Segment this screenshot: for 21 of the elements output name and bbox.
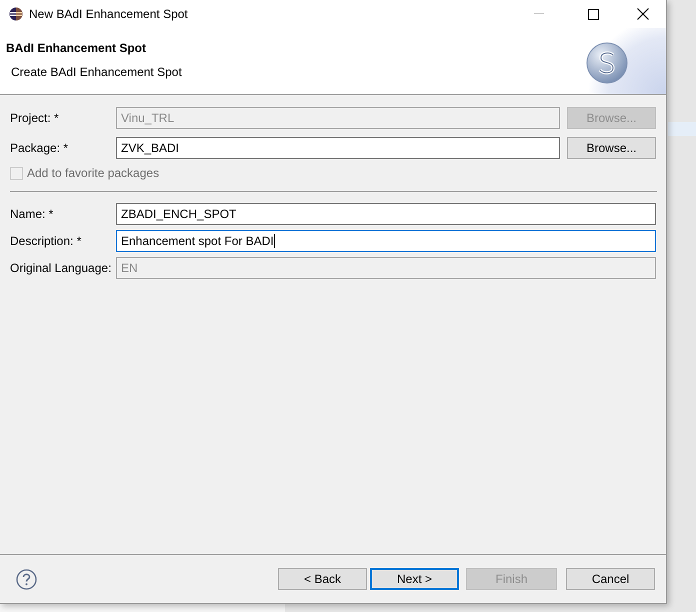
wizard-button[interactable]: < Back bbox=[278, 568, 367, 590]
text-field[interactable]: ZVK_BADI bbox=[116, 137, 560, 159]
text-field[interactable]: Enhancement spot For BADI bbox=[116, 230, 656, 252]
page-subtitle: Create BAdI Enhancement Spot bbox=[11, 64, 182, 81]
field-label: Package: * bbox=[10, 140, 70, 157]
help-icon[interactable] bbox=[16, 568, 37, 590]
logo-icon bbox=[585, 42, 629, 86]
close-icon[interactable] bbox=[637, 8, 649, 20]
field-label: Project: * bbox=[10, 110, 60, 127]
window-title: New BAdI Enhancement Spot bbox=[29, 6, 188, 23]
wizard-button[interactable]: Cancel bbox=[566, 568, 655, 590]
browse-button[interactable]: Browse... bbox=[567, 137, 656, 159]
maximize-icon[interactable] bbox=[588, 8, 599, 20]
field-label: Description: * bbox=[10, 233, 82, 250]
field-label: Original Language: bbox=[10, 260, 112, 277]
favorite-label: Add to favorite packages bbox=[27, 165, 160, 182]
field-label: Name: * bbox=[10, 206, 54, 223]
wizard-button[interactable]: Next > bbox=[370, 568, 459, 590]
text-field[interactable]: ZBADI_ENCH_SPOT bbox=[116, 203, 656, 225]
app-logo-icon bbox=[9, 7, 23, 21]
page-title: BAdI Enhancement Spot bbox=[6, 40, 146, 57]
